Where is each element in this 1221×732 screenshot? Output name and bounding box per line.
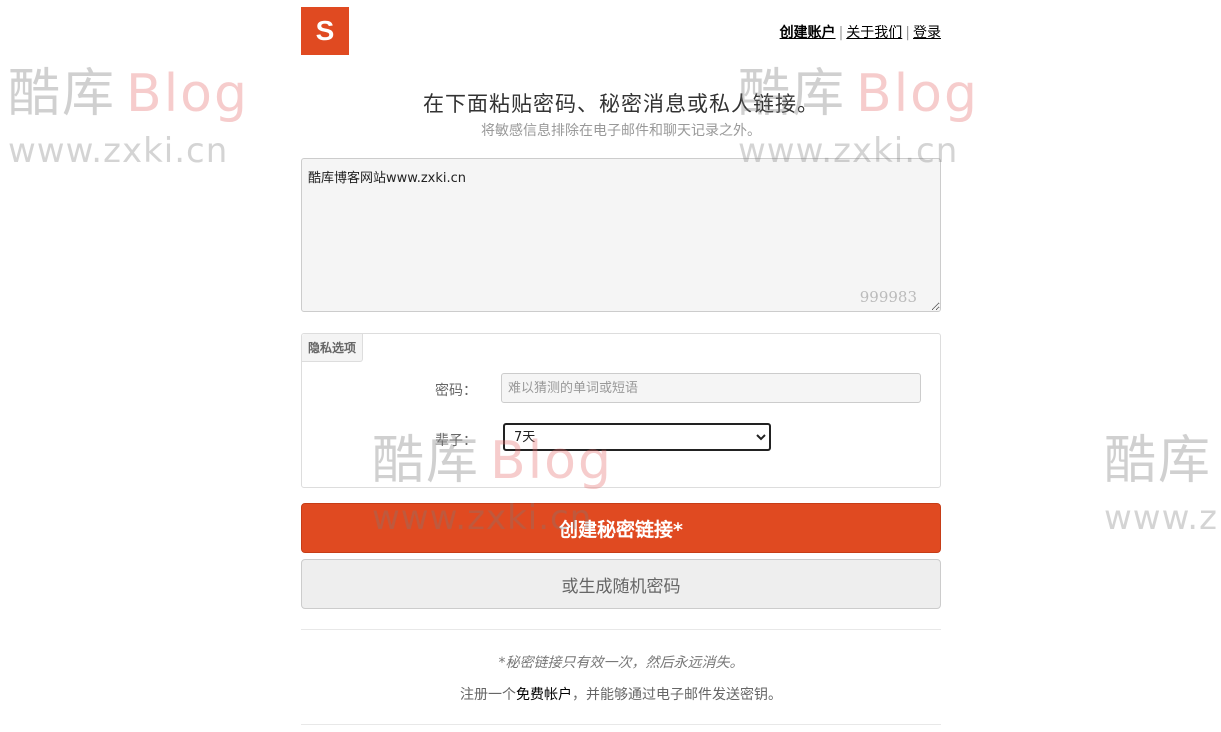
passphrase-input[interactable] bbox=[501, 373, 921, 403]
passphrase-row: 密码： bbox=[302, 373, 940, 403]
privacy-legend: 隐私选项 bbox=[302, 334, 364, 362]
watermark: 酷库 Blog www.zxki.cn bbox=[8, 64, 249, 171]
lifetime-row: 辈子： 7天 bbox=[302, 423, 940, 453]
watermark: 酷库 www.z bbox=[1104, 431, 1218, 538]
nav-create-account[interactable]: 创建账户 bbox=[780, 25, 836, 41]
generate-random-password-button[interactable]: 或生成随机密码 bbox=[301, 559, 941, 609]
lifetime-select[interactable]: 7天 bbox=[503, 423, 771, 451]
free-account-link[interactable]: 免费帐户 bbox=[516, 687, 572, 703]
nav-separator: | bbox=[905, 25, 910, 41]
nav-sign-in[interactable]: 登录 bbox=[913, 25, 941, 41]
nav-separator: | bbox=[838, 25, 844, 41]
logo[interactable]: S bbox=[301, 7, 349, 55]
one-time-note: *秘密链接只有效一次，然后永远消失。 bbox=[498, 655, 744, 671]
secret-area: 酷库博客网站www.zxki.cn 999983 bbox=[301, 158, 941, 312]
signup-text: 注册一个免费帐户，并能够通过电子邮件发送密钥。 bbox=[301, 684, 941, 704]
signup-after: ，并能够通过电子邮件发送密钥。 bbox=[572, 687, 782, 703]
page-title: 在下面粘贴密码、秘密消息或私人链接。 bbox=[423, 92, 819, 116]
signup-before: 注册一个 bbox=[460, 687, 516, 703]
nav-about-us[interactable]: 关于我们 bbox=[846, 25, 902, 41]
divider bbox=[301, 724, 941, 725]
top-nav: 创建账户 | 关于我们 | 登录 bbox=[780, 22, 941, 42]
main-container: S 创建账户 | 关于我们 | 登录 在下面粘贴密码、秘密消息或私人链接。 将敏感信息排… bbox=[301, 0, 941, 725]
secret-textarea[interactable]: 酷库博客网站www.zxki.cn bbox=[301, 158, 941, 312]
divider bbox=[301, 629, 941, 630]
page-subtitle: 将敏感信息排除在电子邮件和聊天记录之外。 bbox=[481, 123, 761, 139]
passphrase-label: 密码： bbox=[435, 383, 477, 399]
char-counter: 999983 bbox=[859, 288, 917, 306]
header: S 创建账户 | 关于我们 | 登录 bbox=[301, 0, 941, 60]
privacy-options: 隐私选项 密码： 辈子： 7天 bbox=[301, 333, 941, 488]
lifetime-label: 辈子： bbox=[435, 433, 477, 449]
create-secret-link-button[interactable]: 创建秘密链接* bbox=[301, 503, 941, 553]
